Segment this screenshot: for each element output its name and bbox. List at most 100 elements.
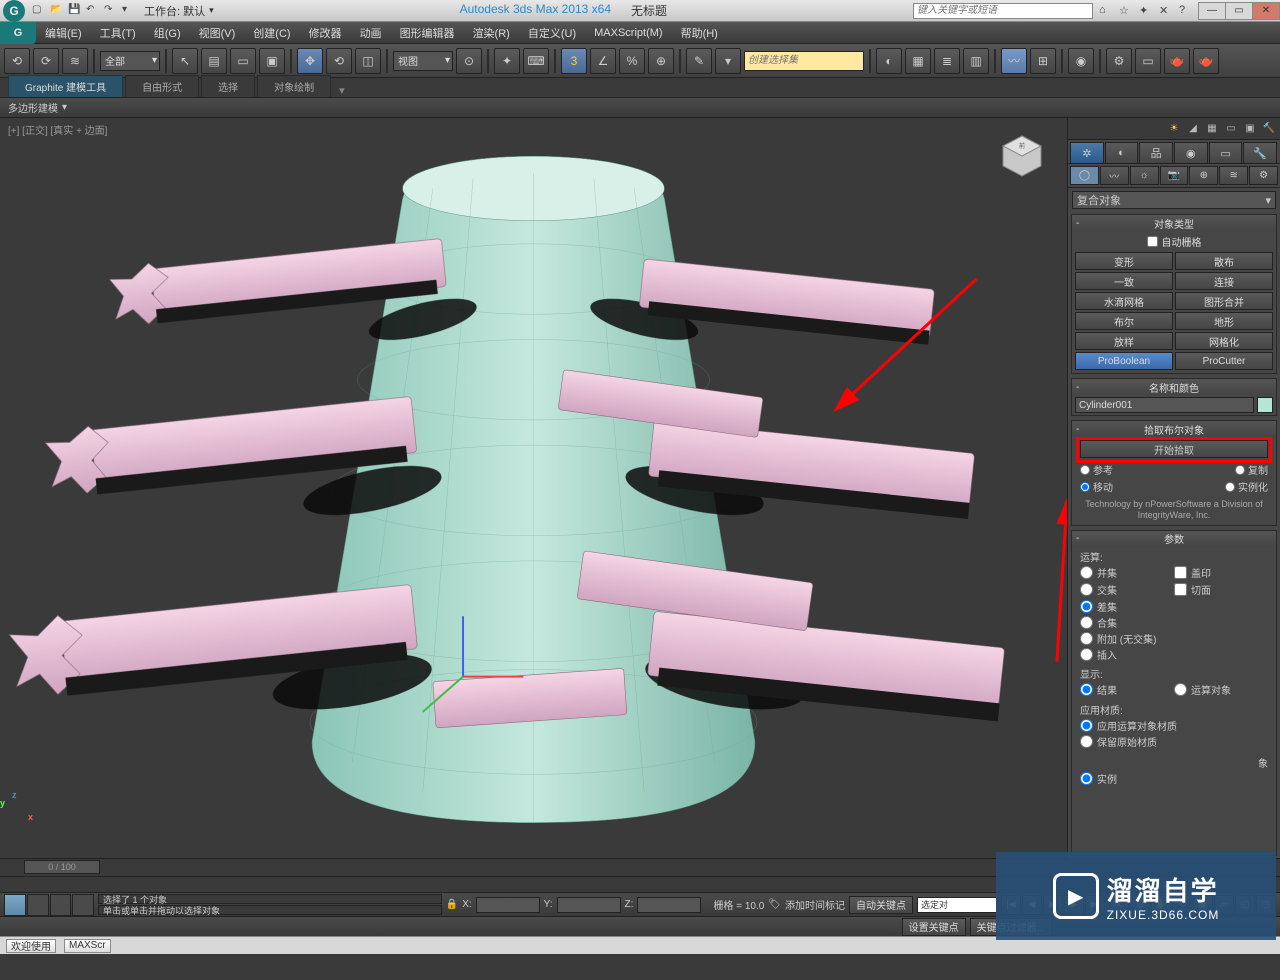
redo-icon[interactable]: ↷	[104, 4, 118, 18]
maximize-button[interactable]: ▭	[1225, 2, 1253, 20]
op-attach[interactable]	[1080, 632, 1093, 645]
menu-group[interactable]: 组(G)	[145, 22, 190, 43]
object-name-input[interactable]	[1075, 397, 1254, 413]
pivot-icon[interactable]: ⊙	[456, 48, 482, 74]
ribbon-tab-freeform[interactable]: 自由形式	[125, 75, 199, 97]
add-time-tag[interactable]: 添加时间标记	[785, 897, 845, 912]
menu-grapheditors[interactable]: 图形编辑器	[391, 22, 464, 43]
ribbon-tab-graphite[interactable]: Graphite 建模工具	[8, 75, 123, 97]
btn-proboolean[interactable]: ProBoolean	[1075, 352, 1173, 370]
layer-manager-icon[interactable]: ≣	[934, 48, 960, 74]
open-icon[interactable]: 📂	[50, 4, 64, 18]
menu-customize[interactable]: 自定义(U)	[519, 22, 585, 43]
btn-scatter[interactable]: 散布	[1175, 252, 1273, 270]
btn-procutter[interactable]: ProCutter	[1175, 352, 1273, 370]
select-link-icon[interactable]: ⟲	[4, 48, 30, 74]
curve-editor-icon[interactable]: 〰	[1001, 48, 1027, 74]
chk-cookie[interactable]	[1174, 583, 1187, 596]
autokey-button[interactable]: 自动关键点	[849, 896, 913, 914]
render-iterative-icon[interactable]: 🫖	[1193, 48, 1219, 74]
btn-boolean[interactable]: 布尔	[1075, 312, 1173, 330]
cameras-subtab[interactable]: 📷	[1160, 166, 1189, 185]
lights-subtab[interactable]: ☼	[1130, 166, 1159, 185]
frame-icon[interactable]: ▭	[1223, 121, 1239, 137]
close-button[interactable]: ✕	[1252, 2, 1280, 20]
save-icon[interactable]: 💾	[68, 4, 82, 18]
light-icon[interactable]: ☀	[1166, 121, 1182, 137]
graphite-icon[interactable]: ▥	[963, 48, 989, 74]
render-setup-icon[interactable]: ⚙	[1106, 48, 1132, 74]
bind-spacewarp-icon[interactable]: ≋	[62, 48, 88, 74]
btn-connect[interactable]: 连接	[1175, 272, 1273, 290]
op-subtract[interactable]	[1080, 600, 1093, 613]
start-pick-button[interactable]: 开始拾取	[1080, 440, 1268, 458]
op-union[interactable]	[1080, 566, 1093, 579]
display-tab[interactable]: ▭	[1209, 142, 1243, 164]
favorites-icon[interactable]: ✦	[1139, 4, 1153, 18]
btn-morph[interactable]: 变形	[1075, 252, 1173, 270]
mirror-icon[interactable]: ◐	[876, 48, 902, 74]
select-rotate-icon[interactable]: ⟲	[326, 48, 352, 74]
dropdown-icon[interactable]: ▾	[122, 4, 136, 18]
utilities-tab[interactable]: 🔧	[1243, 142, 1277, 164]
btn-shapemerge[interactable]: 图形合并	[1175, 292, 1273, 310]
manipulate-icon[interactable]: ✦	[494, 48, 520, 74]
select-move-icon[interactable]: ✥	[297, 48, 323, 74]
systems-subtab[interactable]: ⚙	[1249, 166, 1278, 185]
snap-toggle-icon[interactable]: 3	[561, 48, 587, 74]
app-icon[interactable]: G	[3, 0, 25, 22]
setkey-button[interactable]: 设置关键点	[902, 918, 966, 936]
ribbon-section-polymodel[interactable]: 多边形建模▾	[0, 98, 1280, 118]
btn-terrain[interactable]: 地形	[1175, 312, 1273, 330]
btn-conform[interactable]: 一致	[1075, 272, 1173, 290]
select-by-name-icon[interactable]: ▤	[201, 48, 227, 74]
radio-reference[interactable]	[1080, 465, 1090, 475]
minimize-button[interactable]: —	[1198, 2, 1226, 20]
workspace-label[interactable]: 工作台: 默认	[144, 3, 205, 19]
color-swatch[interactable]	[1257, 397, 1273, 413]
lock-icon[interactable]: 🔒	[446, 899, 458, 910]
angle-snap-icon[interactable]: ∠	[590, 48, 616, 74]
ribbon-collapse-icon[interactable]: ▾	[339, 84, 345, 97]
menu-modifiers[interactable]: 修改器	[300, 22, 351, 43]
menu-animation[interactable]: 动画	[351, 22, 391, 43]
radio-copy[interactable]	[1235, 465, 1245, 475]
select-scale-icon[interactable]: ◫	[355, 48, 381, 74]
schematic-view-icon[interactable]: ⊞	[1030, 48, 1056, 74]
coord-x-input[interactable]	[476, 897, 540, 913]
ribbon-tab-selection[interactable]: 选择	[201, 75, 255, 97]
keyboard-shortcut-icon[interactable]: ⌨	[523, 48, 549, 74]
welcome-tag[interactable]: 欢迎使用	[6, 939, 56, 953]
subobj-instance[interactable]	[1080, 772, 1093, 785]
op-merge[interactable]	[1080, 616, 1093, 629]
coord-z-input[interactable]	[637, 897, 701, 913]
time-tag-icon[interactable]: 🏷	[768, 899, 781, 910]
menu-tools[interactable]: 工具(T)	[91, 22, 145, 43]
named-selection-input[interactable]	[744, 51, 864, 71]
percent-snap-icon[interactable]: %	[619, 48, 645, 74]
time-slider-thumb[interactable]: 0 / 100	[24, 860, 100, 874]
coord-y-input[interactable]	[557, 897, 621, 913]
motion-tab[interactable]: ◉	[1174, 142, 1208, 164]
rendered-frame-icon[interactable]: ▭	[1135, 48, 1161, 74]
maxscript-tag[interactable]: MAXScr	[64, 939, 111, 953]
btn-loft[interactable]: 放样	[1075, 332, 1173, 350]
radio-move[interactable]	[1080, 482, 1090, 492]
select-region-icon[interactable]: ▭	[230, 48, 256, 74]
subscription-icon[interactable]: ⌂	[1099, 4, 1113, 18]
shade-icon[interactable]: ◢	[1185, 121, 1201, 137]
render-production-icon[interactable]: 🫖	[1164, 48, 1190, 74]
help-icon[interactable]: ?	[1179, 4, 1193, 18]
window-crossing-icon[interactable]: ▣	[259, 48, 285, 74]
radio-instance[interactable]	[1225, 482, 1235, 492]
safe-icon[interactable]: ▣	[1242, 121, 1258, 137]
menu-help[interactable]: 帮助(H)	[672, 22, 727, 43]
named-sel-dd-icon[interactable]: ▾	[715, 48, 741, 74]
geometry-subtab[interactable]: ◯	[1070, 166, 1099, 185]
hierarchy-tab[interactable]: 品	[1139, 142, 1173, 164]
shapes-subtab[interactable]: 〰	[1100, 166, 1129, 185]
viewport-layout-thumbs[interactable]	[4, 894, 94, 916]
modify-tab[interactable]: ◐	[1105, 142, 1139, 164]
help-search-input[interactable]	[913, 3, 1093, 19]
mat-retain[interactable]	[1080, 735, 1093, 748]
